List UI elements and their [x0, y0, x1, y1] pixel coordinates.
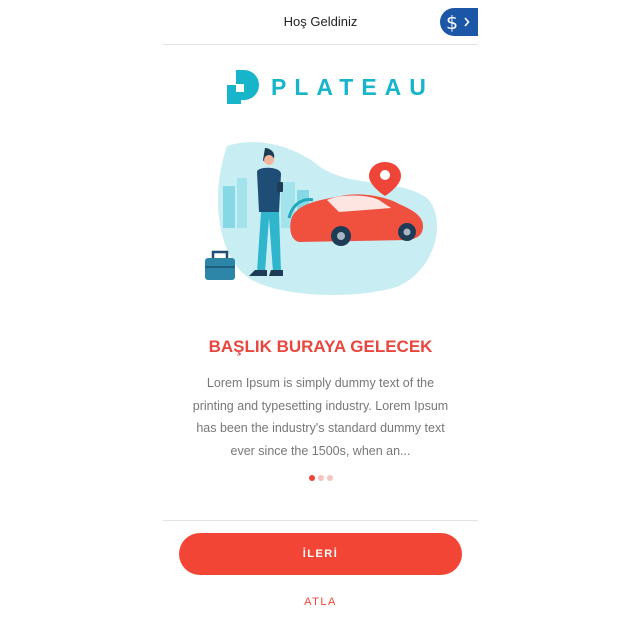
- page-dot-3[interactable]: [326, 475, 333, 481]
- page-title: Hoş Geldiniz: [283, 14, 358, 29]
- slide-description: Lorem Ipsum is simply dummy text of the …: [192, 376, 449, 458]
- divider: [163, 520, 478, 521]
- skip-button[interactable]: ATLA: [163, 596, 478, 608]
- page-dot-2[interactable]: [317, 475, 324, 481]
- plateau-logo-icon: [227, 70, 259, 104]
- lira-currency-icon: $: [446, 12, 470, 33]
- page-dot-1[interactable]: [308, 475, 315, 481]
- svg-text:$: $: [446, 12, 458, 33]
- welcome-screen: Hoş Geldiniz $ PLATEAU BAŞLIK BURAYA GEL…: [163, 0, 478, 640]
- brand-name: PLATEAU: [271, 73, 434, 100]
- page-indicator: [163, 475, 478, 481]
- chevron-right-icon: [464, 17, 470, 27]
- slide-title: BAŞLIK BURAYA GELECEK: [208, 337, 433, 356]
- next-button[interactable]: İLERİ: [179, 533, 462, 575]
- man-with-phone-and-red-car-illustration: [205, 142, 438, 296]
- brand-logo: PLATEAU: [227, 70, 434, 104]
- top-bar: Hoş Geldiniz $: [163, 0, 478, 45]
- currency-button[interactable]: $: [440, 8, 478, 36]
